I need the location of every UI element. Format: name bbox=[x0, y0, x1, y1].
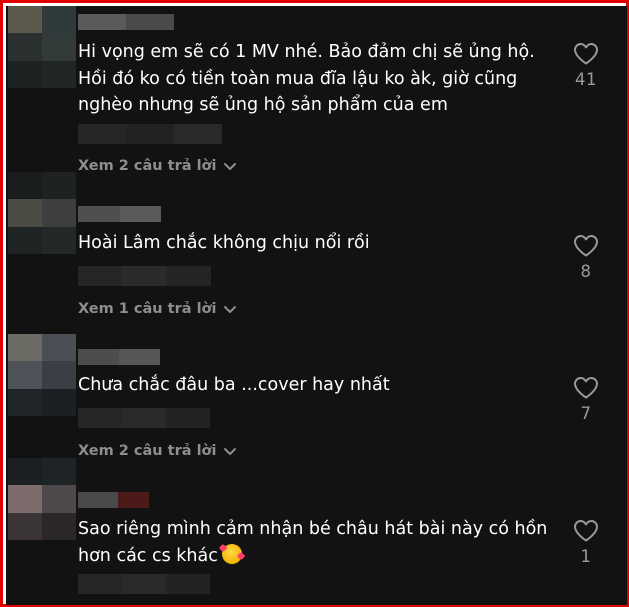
like-button[interactable]: 1 bbox=[568, 519, 604, 566]
username[interactable] bbox=[78, 14, 174, 30]
view-replies-label: Xem 2 câu trả lời bbox=[78, 443, 217, 459]
heart-outline-icon bbox=[574, 520, 598, 542]
smiling-face-with-hearts-icon bbox=[221, 543, 242, 564]
comment-text: Hi vọng em sẽ có 1 MV nhé. Bảo đảm chị s… bbox=[78, 42, 535, 115]
comment-meta bbox=[78, 124, 222, 144]
view-replies-label: Xem 1 câu trả lời bbox=[78, 301, 217, 317]
avatar[interactable] bbox=[8, 6, 76, 88]
username[interactable] bbox=[78, 492, 149, 508]
chevron-down-icon bbox=[223, 163, 236, 170]
like-button[interactable]: 8 bbox=[568, 234, 604, 281]
heart-outline-icon bbox=[574, 235, 598, 257]
chevron-down-icon bbox=[223, 448, 236, 455]
like-count: 8 bbox=[580, 262, 592, 281]
comment-meta bbox=[78, 574, 210, 594]
like-count: 1 bbox=[580, 547, 592, 566]
heart-outline-icon bbox=[574, 43, 598, 65]
heart-outline-icon bbox=[574, 377, 598, 399]
comment-text: Sao riêng mình cảm nhận bé châu hát bài … bbox=[78, 516, 558, 569]
comment-text: Hoài Lâm chắc không chịu nổi rồi bbox=[78, 233, 370, 253]
screenshot-frame: Hi vọng em sẽ có 1 MV nhé. Bảo đảm chị s… bbox=[0, 0, 629, 607]
username[interactable] bbox=[78, 349, 160, 365]
comment-meta bbox=[78, 408, 210, 428]
like-count: 41 bbox=[575, 70, 597, 89]
chevron-down-icon bbox=[223, 306, 236, 313]
view-replies-button[interactable]: Xem 2 câu trả lời bbox=[78, 443, 237, 459]
avatar[interactable] bbox=[8, 334, 76, 416]
username[interactable] bbox=[78, 206, 161, 222]
comment-meta bbox=[78, 266, 211, 286]
comments-panel: Hi vọng em sẽ có 1 MV nhé. Bảo đảm chị s… bbox=[6, 6, 627, 605]
like-button[interactable]: 41 bbox=[568, 42, 604, 89]
like-count: 7 bbox=[580, 404, 592, 423]
comment-text: Chưa chắc đâu ba ...cover hay nhất bbox=[78, 375, 390, 395]
avatar[interactable] bbox=[8, 458, 76, 540]
like-button[interactable]: 7 bbox=[568, 376, 604, 423]
view-replies-button[interactable]: Xem 1 câu trả lời bbox=[78, 301, 237, 317]
avatar[interactable] bbox=[8, 172, 76, 254]
view-replies-label: Xem 2 câu trả lời bbox=[78, 158, 217, 174]
comment-text-content: Sao riêng mình cảm nhận bé châu hát bài … bbox=[78, 519, 548, 566]
view-replies-button[interactable]: Xem 2 câu trả lời bbox=[78, 158, 237, 174]
